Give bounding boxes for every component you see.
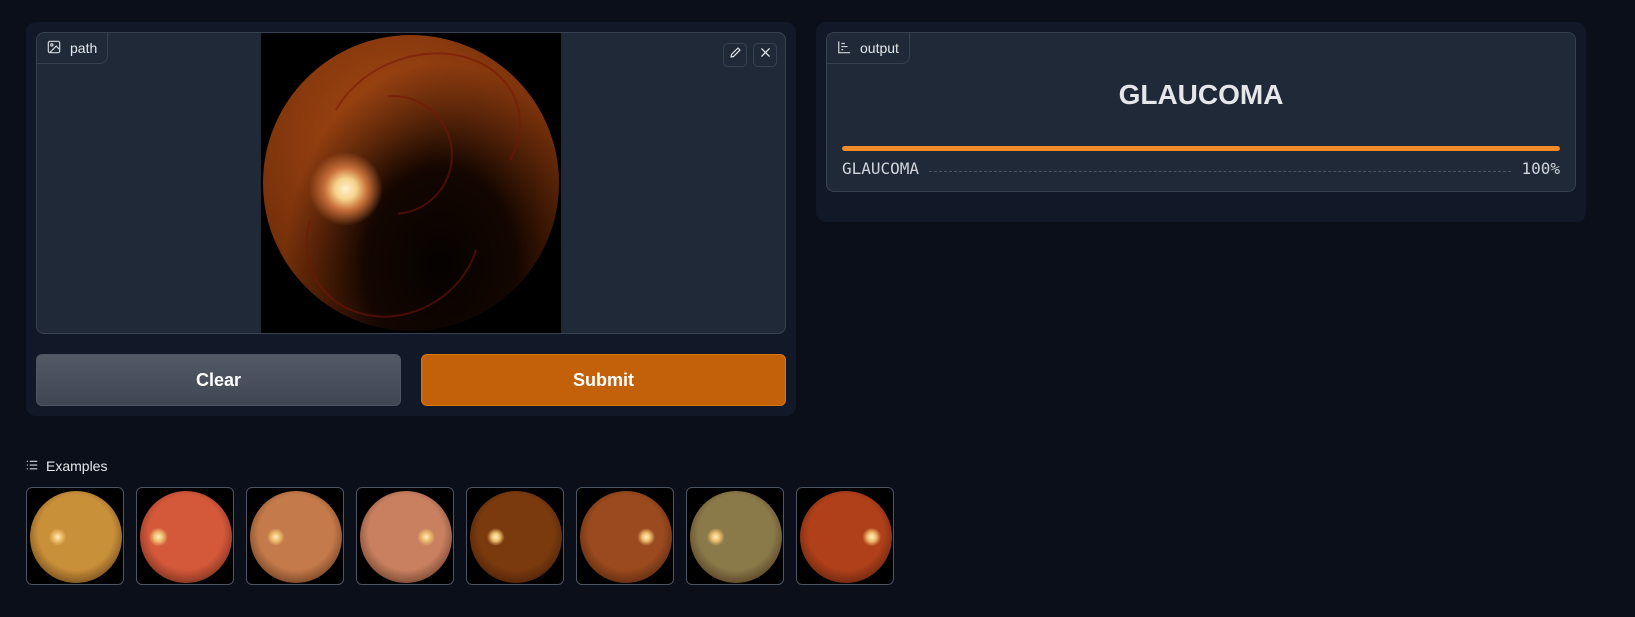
output-label-text: output bbox=[860, 40, 899, 56]
example-thumbnail[interactable] bbox=[686, 487, 784, 585]
examples-header: Examples bbox=[26, 458, 107, 474]
example-thumbnail[interactable] bbox=[576, 487, 674, 585]
example-fundus-image bbox=[360, 491, 452, 583]
confidence-label: GLAUCOMA bbox=[842, 158, 920, 178]
uploaded-fundus-image bbox=[261, 33, 561, 333]
image-icon bbox=[47, 40, 61, 57]
examples-title: Examples bbox=[46, 458, 108, 474]
bar-chart-icon bbox=[837, 40, 851, 57]
submit-button[interactable]: Submit bbox=[421, 354, 786, 406]
pencil-icon bbox=[729, 46, 742, 64]
input-panel: path Clear Submit bbox=[26, 22, 796, 416]
examples-gallery bbox=[26, 487, 894, 585]
example-thumbnail[interactable] bbox=[796, 487, 894, 585]
example-fundus-image bbox=[140, 491, 232, 583]
predicted-label: GLAUCOMA bbox=[1118, 79, 1284, 110]
confidence-leader bbox=[929, 170, 1512, 172]
confidence-value: 100% bbox=[1521, 158, 1560, 178]
example-thumbnail[interactable] bbox=[356, 487, 454, 585]
list-icon bbox=[26, 458, 38, 474]
example-thumbnail[interactable] bbox=[26, 487, 124, 585]
output-label: output bbox=[827, 33, 910, 64]
close-icon bbox=[759, 46, 772, 64]
example-thumbnail[interactable] bbox=[246, 487, 344, 585]
output-panel: output GLAUCOMA GLAUCOMA 100% bbox=[816, 22, 1586, 222]
fundus-disc bbox=[263, 33, 559, 333]
confidence-row: GLAUCOMA 100% bbox=[842, 158, 1560, 178]
clear-button[interactable]: Clear bbox=[36, 354, 401, 406]
example-thumbnail[interactable] bbox=[466, 487, 564, 585]
example-fundus-image bbox=[250, 491, 342, 583]
example-fundus-image bbox=[800, 491, 892, 583]
example-fundus-image bbox=[690, 491, 782, 583]
example-fundus-image bbox=[580, 491, 672, 583]
remove-image-button[interactable] bbox=[753, 43, 777, 67]
image-input-label: path bbox=[37, 33, 109, 64]
image-input-label-text: path bbox=[70, 40, 98, 56]
confidence-bar-fill bbox=[842, 146, 1560, 151]
confidence-bar bbox=[842, 146, 1560, 151]
example-fundus-image bbox=[470, 491, 562, 583]
example-thumbnail[interactable] bbox=[136, 487, 234, 585]
image-input[interactable]: path bbox=[36, 32, 786, 334]
label-output: output GLAUCOMA GLAUCOMA 100% bbox=[826, 32, 1576, 192]
example-fundus-image bbox=[30, 491, 122, 583]
edit-image-button[interactable] bbox=[723, 43, 747, 67]
